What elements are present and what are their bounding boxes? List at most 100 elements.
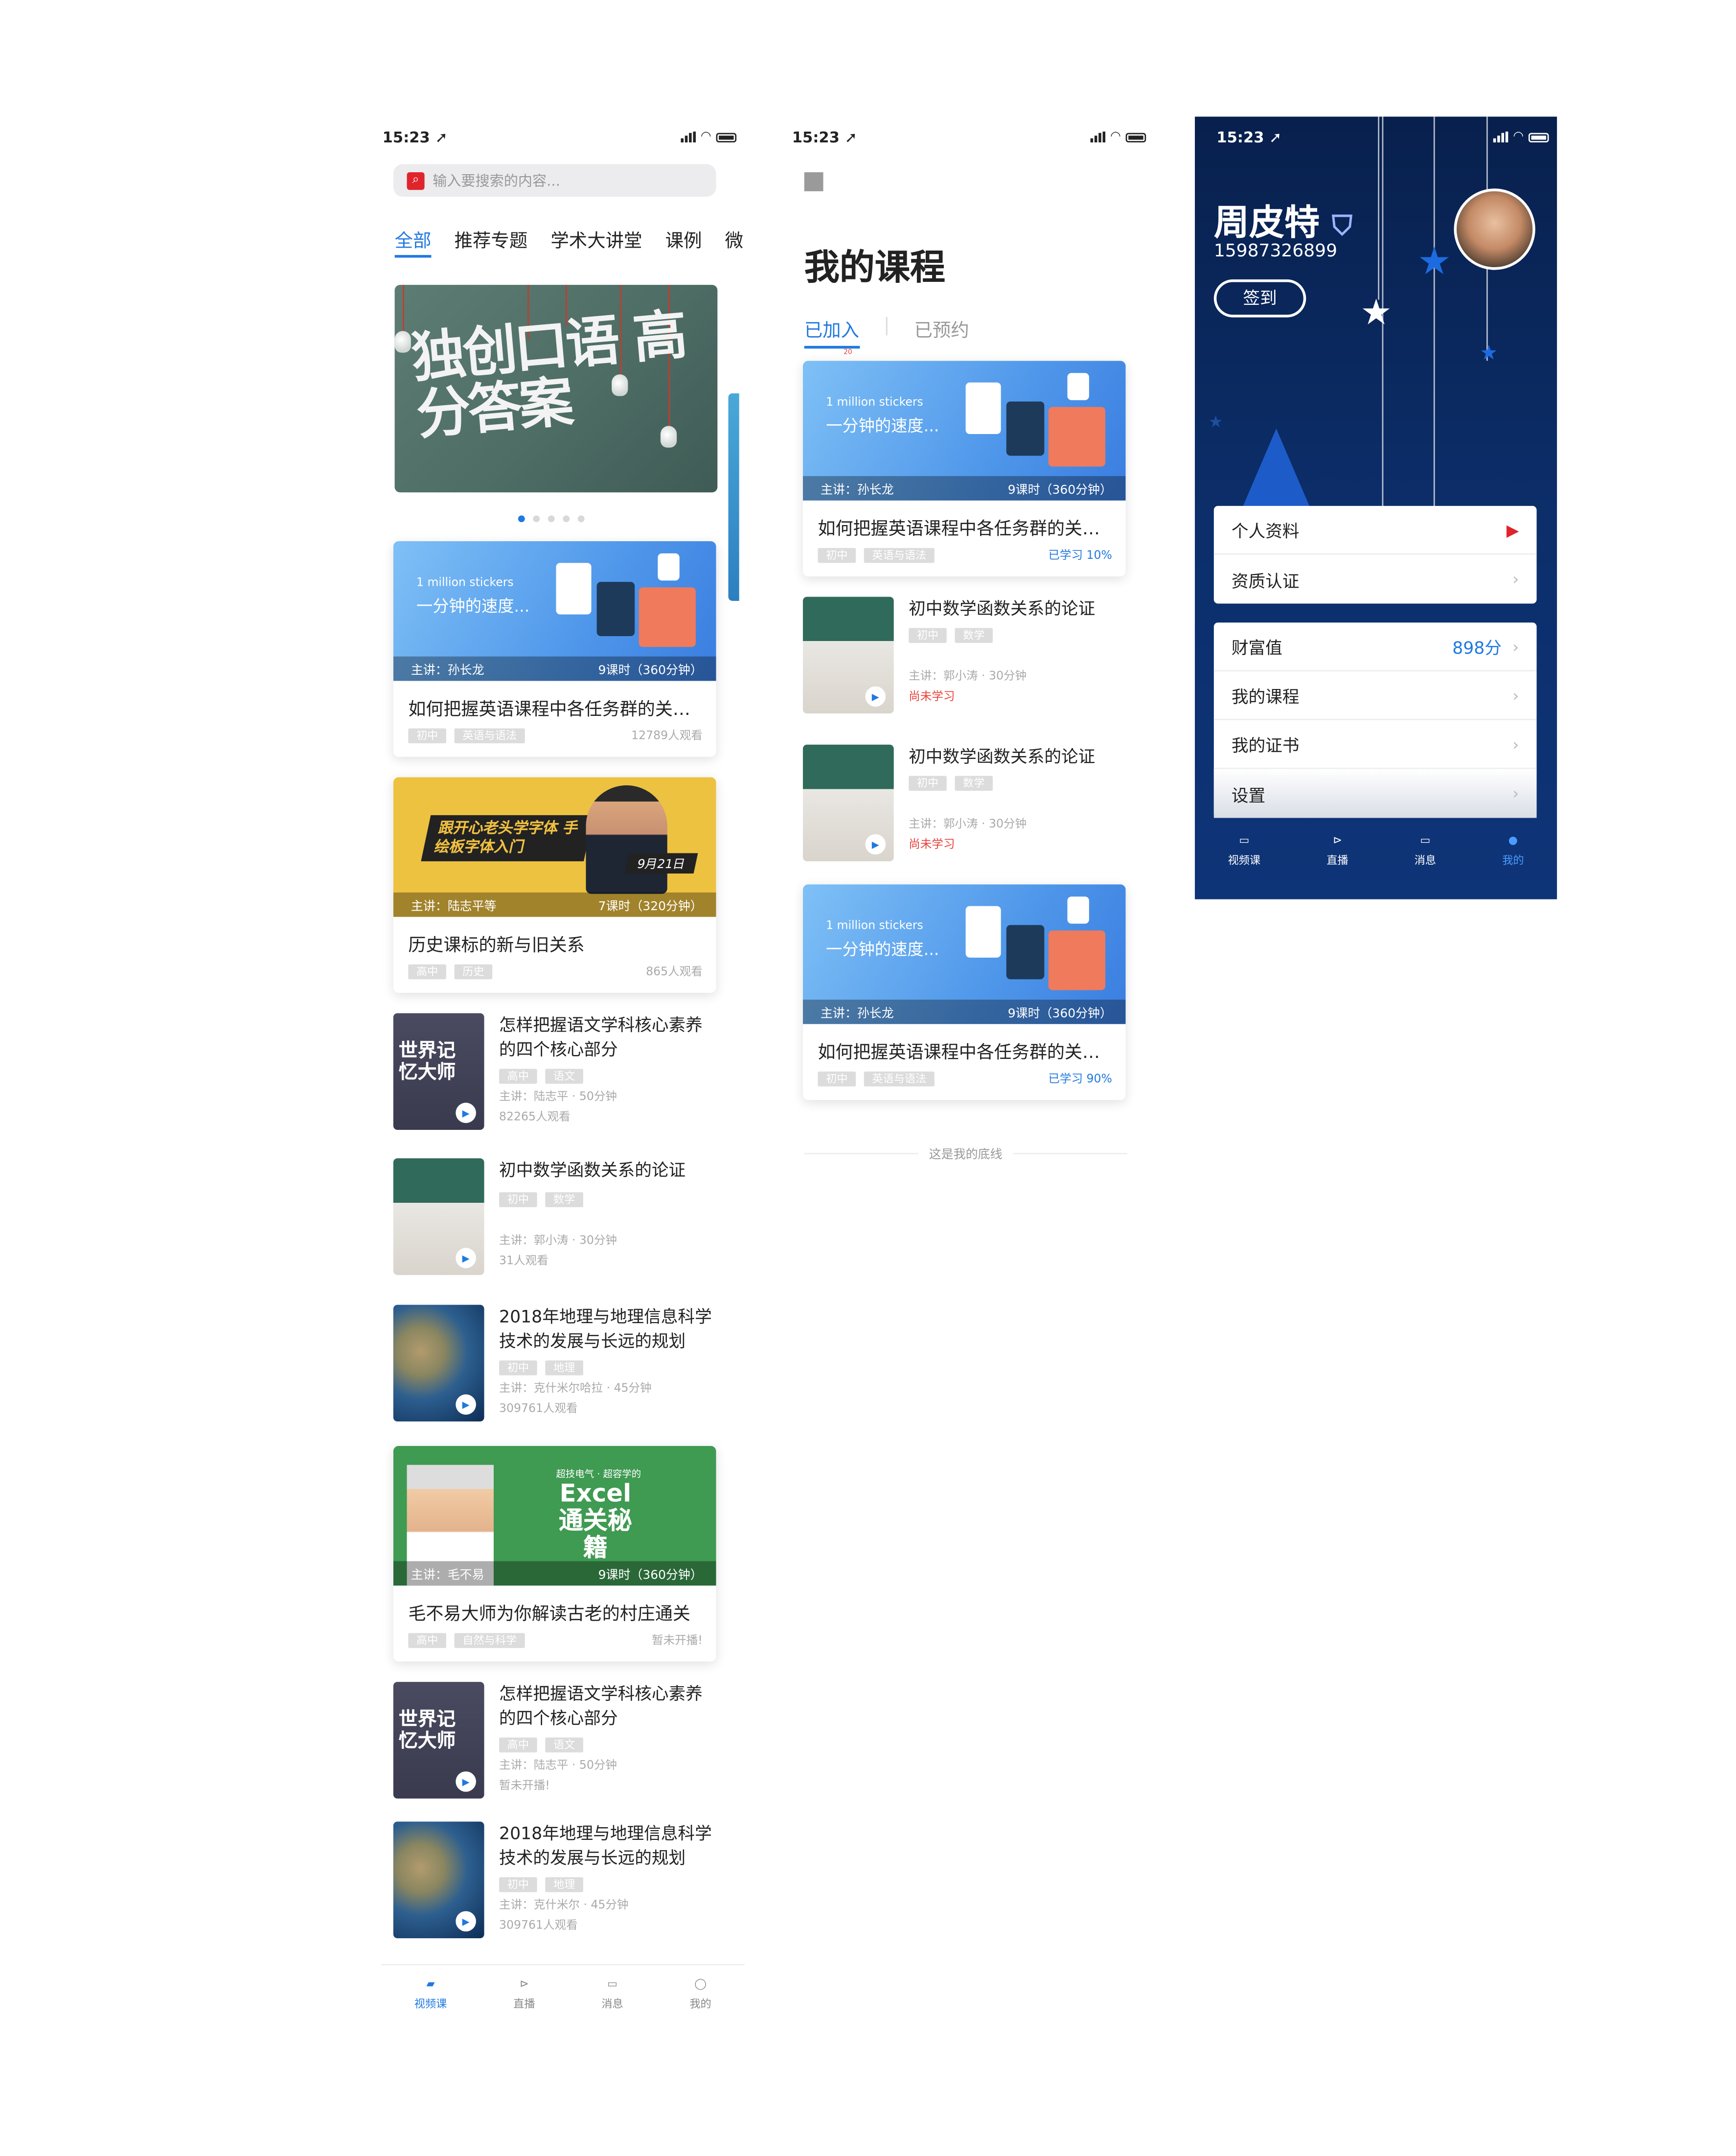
item-title: 初中数学函数关系的论证 [909,598,1096,619]
course-card[interactable]: 1 million stickers 一分钟的速度... 主讲：孙长龙 9课时（36… [802,884,1126,1100]
status-bar: 15:23 ➚ ◠ [791,116,1154,157]
tag: 地理 [545,1360,583,1376]
tag: 高中 [499,1069,537,1084]
tab-reserved[interactable]: 已预约 [914,315,969,348]
course-card[interactable]: 1 million stickers 一分钟的速度... 主讲：孙长龙 9课时（36… [393,541,716,757]
menu-qualification[interactable]: 资质认证 › [1214,555,1537,604]
speaker-label: 主讲：郭小涛 · 30分钟 [909,670,1027,684]
course-thumbnail: 超技电气 · 超容学的 Excel 通关秘籍 主讲：毛不易 9课时（360分钟） [393,1445,716,1586]
tab-joined[interactable]: 已加入 [804,315,859,349]
course-title: 毛不易大师为你解读古老的村庄通关 [408,1605,690,1625]
menu-label: 我的证书 [1231,735,1300,756]
chevron-right-icon: › [1512,637,1519,656]
tabbar-label: 视频课 [1228,854,1261,867]
thumb-text: 世界记忆大师 [398,1709,456,1753]
course-title: 如何把握英语课程中各任务群的关系... [818,1043,1117,1064]
tabbar-video[interactable]: ▭ 视频课 [1228,830,1261,884]
course-tabs: 已加入 | 已预约 [804,315,1154,349]
course-thumbnail: ▶ [802,744,894,862]
thumb-banner-text: 跟开心老头学字体 手绘板字体入门 [421,815,594,862]
tab-lesson[interactable]: 课例 [665,225,702,258]
tag: 初中 [818,1071,856,1086]
list-item[interactable]: ▶ 初中数学函数关系的论证 初中 数学 主讲：郭小涛 · 30分钟 31人观看 [393,1158,716,1275]
banner-carousel[interactable]: 独创口语 高分答案 [394,285,718,493]
decor-string [1378,116,1379,300]
course-card[interactable]: 跟开心老头学字体 手绘板字体入门 9月21日 主讲：陆志平等 7课时（320分钟）… [393,777,716,993]
list-item[interactable]: ▶ 初中数学函数关系的论证 初中 数学 主讲：郭小涛 · 30分钟 尚未学习 [802,596,1126,714]
tag: 初中 [909,776,947,791]
play-icon[interactable]: ▶ [456,1248,476,1268]
play-icon[interactable]: ▶ [456,1771,476,1792]
course-card[interactable]: 超技电气 · 超容学的 Excel 通关秘籍 主讲：毛不易 9课时（360分钟） … [393,1445,716,1662]
status-time: 15:23 ➚ [382,128,448,146]
tag: 语文 [545,1069,583,1084]
tabbar-live[interactable]: ⊳ 直播 [1326,830,1348,884]
course-thumbnail: 1 million stickers 一分钟的速度... 主讲：孙长龙 9课时（36… [393,541,716,681]
tabbar-label: 我的 [1502,854,1524,867]
lessons-label: 9课时（360分钟） [1007,1007,1112,1021]
play-icon[interactable]: ▶ [456,1911,476,1932]
tab-lecture[interactable]: 学术大讲堂 [550,225,642,258]
tag: 历史 [454,963,493,979]
back-icon[interactable] [804,172,823,191]
list-item[interactable]: ▶ 2018年地理与地理信息科学技术的发展与长远的规划 初中 地理 主讲：克什米尔 ·… [393,1821,716,1939]
tabbar-live[interactable]: ⊳ 直播 [513,1973,535,2026]
status-text: 暂未开播! [652,1634,703,1648]
tabbar-me[interactable]: ◯ 我的 [689,1973,711,2026]
thumb-small-text: 超技电气 · 超容学的 [556,1468,641,1480]
sticker-text: 1 million stickers [416,576,514,590]
course-thumbnail: ▶ [393,1821,484,1939]
tabbar-me[interactable]: ● 我的 [1502,830,1524,884]
menu-group-main: 财富值 898分 › 我的课程 › 我的证书 › 设置 › [1213,622,1537,818]
tab-all[interactable]: 全部 [394,225,432,258]
star-icon: ★ [1480,340,1498,365]
list-item[interactable]: 世界记忆大师 ▶ 怎样把握语文学科核心素养的四个核心部分 高中 语文 主讲：陆志平 · … [393,1013,716,1130]
wealth-value: 898分 [1452,637,1502,658]
item-title: 怎样把握语文学科核心素养的四个核心部分 [499,1683,703,1728]
tabbar-label: 消息 [1414,854,1437,867]
user-phone: 15987326899 [1213,241,1338,262]
tag: 高中 [408,963,446,979]
course-thumbnail: ▶ [393,1305,484,1422]
tabbar-video[interactable]: ▰ 视频课 [414,1973,447,2026]
play-icon[interactable]: ▶ [865,834,886,855]
tag: 初中 [499,1192,537,1207]
menu-my-courses[interactable]: 我的课程 › [1213,671,1537,720]
menu-my-certificates[interactable]: 我的证书 › [1213,720,1537,769]
list-item[interactable]: 世界记忆大师 ▶ 怎样把握语文学科核心素养的四个核心部分 高中 语文 主讲：陆志平 · … [393,1682,716,1799]
tabbar-message[interactable]: ▭ 消息 [1415,830,1436,884]
chevron-right-icon: › [1512,784,1519,803]
tabbar-label: 我的 [689,1997,711,2010]
list-end-divider: 这是我的底线 [804,1145,1127,1162]
play-icon[interactable]: ▶ [865,686,886,707]
search-input[interactable]: ⌕ 输入要搜索的内容... [393,164,716,197]
status-text: 尚未学习 [909,838,955,852]
tab-featured[interactable]: 推荐专题 [455,225,528,258]
tag: 自然与科学 [454,1632,525,1648]
list-item[interactable]: ▶ 2018年地理与地理信息科学技术的发展与长远的规划 初中 地理 主讲：克什米尔哈拉… [393,1305,716,1422]
list-item[interactable]: ▶ 初中数学函数关系的论证 初中 数学 主讲：郭小涛 · 30分钟 尚未学习 [802,744,1126,862]
menu-personal-info[interactable]: 个人资料 ▶ [1213,506,1537,555]
menu-settings[interactable]: 设置 › [1213,769,1537,818]
star-icon: ★ [1360,293,1392,334]
course-thumbnail: 世界记忆大师 ▶ [393,1013,484,1130]
tabbar-message[interactable]: ▭ 消息 [601,1973,623,2026]
sticker-text: 1 million stickers [826,919,923,934]
tag: 地理 [545,1877,583,1892]
battery-icon [1528,132,1549,142]
video-icon: ▰ [426,1977,435,1989]
tag: 数学 [955,776,993,791]
play-icon[interactable]: ▶ [456,1102,476,1124]
sign-in-button[interactable]: 签到 [1213,279,1306,318]
course-thumbnail: 1 million stickers 一分钟的速度... 主讲：孙长龙 9课时（36… [802,884,1126,1024]
thumb-banner-text: Excel 通关秘籍 [559,1480,632,1563]
tab-micro[interactable]: 微 [725,225,743,258]
star-icon: ★ [1417,238,1452,284]
play-icon[interactable]: ▶ [456,1394,476,1415]
menu-wealth[interactable]: 财富值 898分 › [1213,622,1537,672]
star-icon: ★ [1208,412,1223,432]
chevron-right-icon: › [1512,734,1519,754]
view-count: 12789人观看 [631,730,703,743]
avatar[interactable] [1454,188,1535,270]
course-card[interactable]: 1 million stickers 一分钟的速度... 主讲：孙长龙 9课时（36… [802,361,1126,577]
